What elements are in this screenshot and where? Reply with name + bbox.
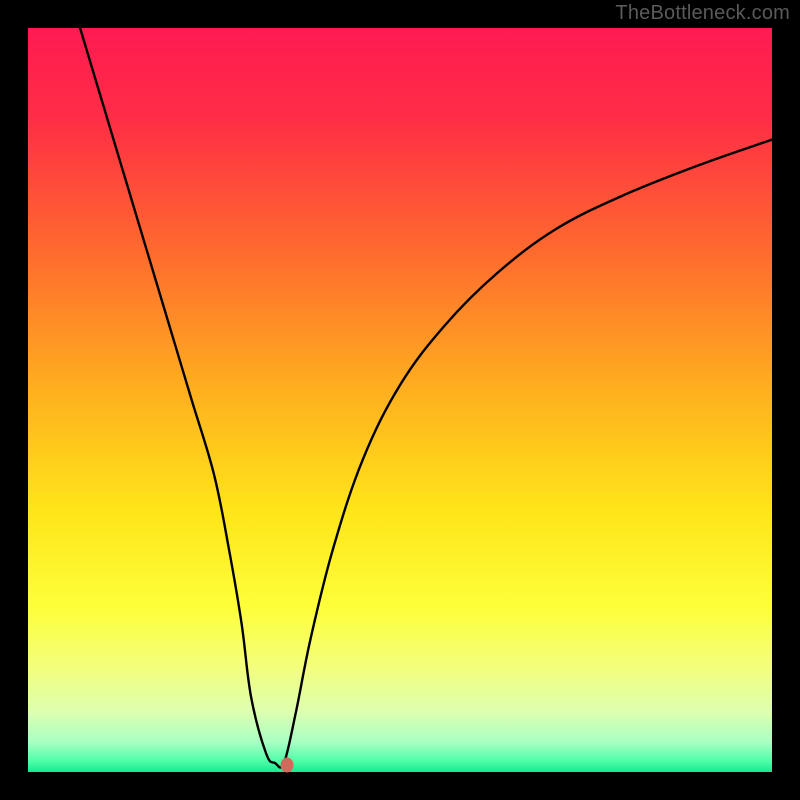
optimum-marker [280,757,293,772]
bottleneck-curve [28,28,772,772]
chart-frame: TheBottleneck.com [0,0,800,800]
watermark-text: TheBottleneck.com [615,2,790,25]
plot-area [28,28,772,772]
